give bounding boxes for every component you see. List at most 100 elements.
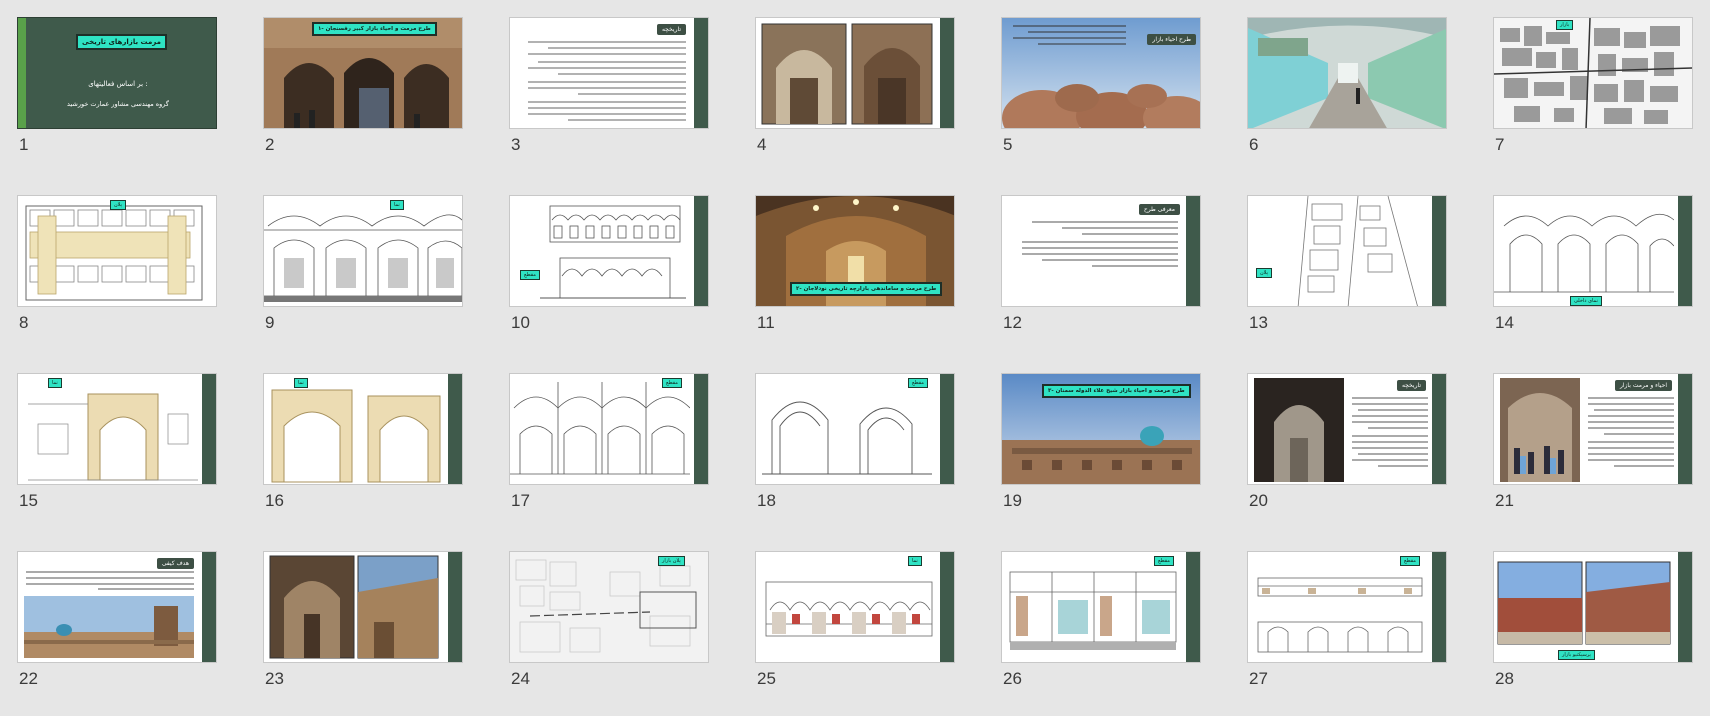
slide-thumbnail-11[interactable]: ۲- طرح مرمت و ساماندهی بازارچه تاریخی نو… — [755, 195, 955, 345]
elevation-drawing — [264, 196, 462, 306]
slide-caption: ۳- طرح مرمت و احیاء بازار شیخ علاء الدول… — [1042, 384, 1191, 398]
slide-title: مرمت بازارهای تاریخی — [76, 34, 167, 50]
bazaar-arch-photos — [761, 23, 933, 125]
interior-elevation-drawing — [1494, 213, 1674, 293]
site-map-drawing — [1494, 18, 1692, 128]
slide-thumbnail-3[interactable]: تاریخچه 3 — [509, 17, 709, 167]
slide-number: 26 — [1003, 669, 1022, 688]
slide-author: گروه مهندسی مشاور عمارت خورشید — [67, 100, 169, 108]
slide-thumbnail-6[interactable]: 6 — [1247, 17, 1447, 167]
slide-thumbnail-2[interactable]: ۱- طرح مرمت و احیاء بازار کبیر رفسنجان 2 — [263, 17, 463, 167]
slide-tag: مقطع — [520, 270, 540, 280]
slide-number: 24 — [511, 669, 530, 688]
slide-number: 9 — [265, 313, 275, 332]
slide-tag: نما — [48, 378, 62, 388]
slide-thumbnail-28[interactable]: پرسپکتیو بازار 28 — [1493, 551, 1693, 701]
slide-title: احیاء و مرمت بازار — [1614, 380, 1672, 391]
slide-title: تاریخچه — [1396, 380, 1426, 391]
slide-thumbnail-26[interactable]: مقطع 26 — [1001, 551, 1201, 701]
slide-number: 20 — [1249, 491, 1268, 510]
slide-number: 11 — [757, 313, 775, 332]
slide-number: 1 — [19, 135, 29, 154]
slide-number: 8 — [19, 313, 29, 332]
slide-thumbnail-20[interactable]: تاریخچه 20 — [1247, 373, 1447, 523]
panorama-photo — [24, 596, 194, 658]
slide-number: 15 — [19, 491, 38, 510]
plan-drawing — [1297, 196, 1418, 306]
slide-number: 6 — [1249, 135, 1259, 154]
slide-thumbnail-9[interactable]: نما 9 — [263, 195, 463, 345]
slide-caption: ۱- طرح مرمت و احیاء بازار کبیر رفسنجان — [312, 22, 437, 36]
section-drawing — [510, 382, 690, 475]
body-text-lines — [528, 41, 686, 121]
slide-thumbnail-1[interactable]: مرمت بازارهای تاریخی بر اساس فعالیتهای :… — [17, 17, 217, 167]
slide-tag: نمای داخلی — [1570, 296, 1602, 306]
slide-thumbnail-14[interactable]: نمای داخلی 14 — [1493, 195, 1693, 345]
slide-number: 12 — [1003, 313, 1022, 332]
slide-tag: مقطع — [1154, 556, 1174, 566]
slide-thumbnail-23[interactable]: 23 — [263, 551, 463, 701]
slide-number: 3 — [511, 135, 521, 154]
body-text-lines — [1022, 221, 1178, 267]
body-text-lines — [26, 571, 194, 590]
body-text-lines — [1013, 25, 1126, 45]
body-text-lines — [1352, 397, 1428, 467]
slide-tag: نما — [908, 556, 922, 566]
slide-number: 21 — [1495, 491, 1514, 510]
bazaar-plan-drawing — [18, 196, 216, 306]
section-drawing — [1257, 577, 1423, 653]
bazaar-corridor-photo — [1248, 18, 1446, 128]
body-text-lines — [1588, 397, 1674, 467]
slide-tag: پلان — [1256, 268, 1273, 278]
slide-thumbnail-8[interactable]: پلان 8 — [17, 195, 217, 345]
slide-thumbnail-7[interactable]: بازار 7 — [1493, 17, 1693, 167]
elevation-drawing — [28, 393, 198, 481]
slide-thumbnail-10[interactable]: مقطع 10 — [509, 195, 709, 345]
slide-tag: پلان — [110, 200, 127, 210]
slide-number: 14 — [1495, 313, 1514, 332]
section-drawing — [1009, 571, 1177, 650]
slide-thumbnail-21[interactable]: احیاء و مرمت بازار 21 — [1493, 373, 1693, 523]
slide-thumbnail-22[interactable]: هدف کیفی 22 — [17, 551, 217, 701]
slide-tag: نما — [294, 378, 308, 388]
bazaar-crowd-photo — [1500, 378, 1580, 482]
slide-sorter-grid: مرمت بازارهای تاریخی بر اساس فعالیتهای :… — [0, 0, 1710, 716]
slide-number: 27 — [1249, 669, 1268, 688]
slide-thumbnail-19[interactable]: ۳- طرح مرمت و احیاء بازار شیخ علاء الدول… — [1001, 373, 1201, 523]
slide-number: 2 — [265, 135, 275, 154]
slide-number: 19 — [1003, 491, 1022, 510]
slide-subtitle: بر اساس فعالیتهای : — [88, 80, 148, 88]
slide-tag: مقطع — [908, 378, 928, 388]
slide-tag: پلان بازار — [658, 556, 685, 566]
slide-title: معرفی طرح — [1138, 204, 1180, 215]
slide-number: 18 — [757, 491, 776, 510]
slide-thumbnail-16[interactable]: نما 16 — [263, 373, 463, 523]
slide-thumbnail-25[interactable]: نما 25 — [755, 551, 955, 701]
slide-number: 28 — [1495, 669, 1514, 688]
slide-number: 4 — [757, 135, 767, 154]
slide-thumbnail-17[interactable]: مقطع 17 — [509, 373, 709, 523]
section-drawing — [762, 401, 932, 475]
arch-passage-photo — [1254, 378, 1344, 482]
slide-caption: ۲- طرح مرمت و ساماندهی بازارچه تاریخی نو… — [790, 282, 943, 296]
elevation-drawing — [765, 581, 933, 637]
slide-number: 22 — [19, 669, 38, 688]
slide-title: طرح احیاء بازار — [1147, 34, 1196, 45]
slide-number: 10 — [511, 313, 530, 332]
slide-thumbnail-12[interactable]: معرفی طرح 12 — [1001, 195, 1201, 345]
slide-number: 17 — [511, 491, 530, 510]
slide-thumbnail-15[interactable]: نما 15 — [17, 373, 217, 523]
slide-thumbnail-13[interactable]: پلان 13 — [1247, 195, 1447, 345]
slide-tag: مقطع — [1400, 556, 1420, 566]
slide-number: 5 — [1003, 135, 1013, 154]
slide-number: 23 — [265, 669, 284, 688]
slide-tag: مقطع — [662, 378, 682, 388]
slide-thumbnail-4[interactable]: 4 — [755, 17, 955, 167]
slide-number: 13 — [1249, 313, 1268, 332]
slide-thumbnail-24[interactable]: پلان بازار 24 — [509, 551, 709, 701]
slide-tag: نما — [390, 200, 404, 210]
slide-thumbnail-27[interactable]: مقطع 27 — [1247, 551, 1447, 701]
slide-thumbnail-18[interactable]: مقطع 18 — [755, 373, 955, 523]
slide-thumbnail-5[interactable]: طرح احیاء بازار 5 — [1001, 17, 1201, 167]
slide-number: 16 — [265, 491, 284, 510]
